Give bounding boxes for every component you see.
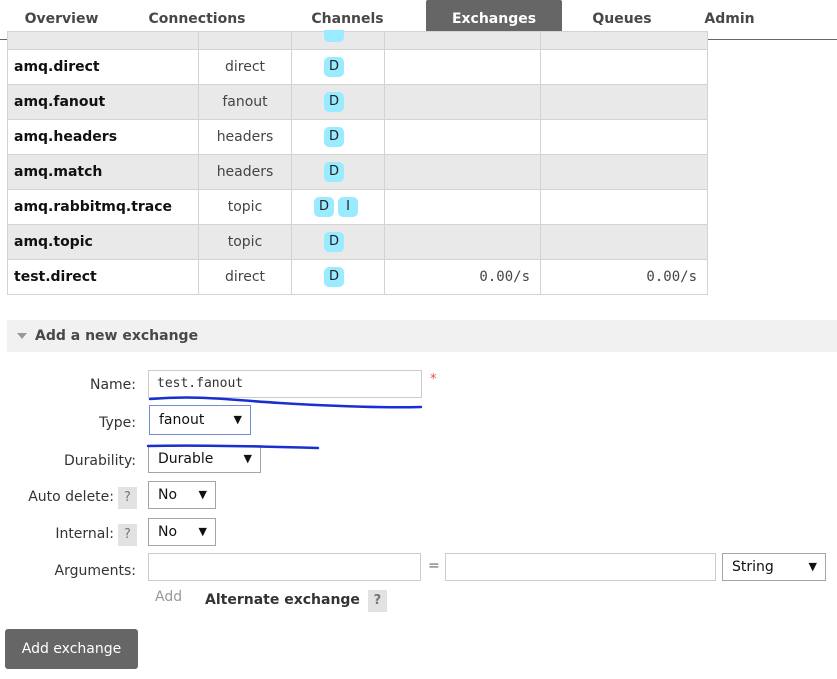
rate-out	[540, 189, 708, 225]
table-row[interactable]: amq.headers headers D	[7, 119, 708, 155]
internal-select[interactable]: No ▼	[148, 518, 216, 546]
rate-in	[384, 84, 541, 120]
rate-in	[384, 224, 541, 260]
exchange-type	[198, 31, 292, 50]
exchange-type: topic	[198, 189, 292, 225]
exchange-name-link[interactable]: amq.match	[7, 154, 199, 190]
help-icon[interactable]: ?	[118, 487, 137, 509]
exchange-name-link[interactable]: amq.direct	[7, 49, 199, 85]
argument-value-input[interactable]	[445, 553, 716, 581]
triangle-down-icon	[17, 333, 27, 339]
rate-in	[384, 31, 541, 50]
table-row[interactable]: amq.fanout fanout D	[7, 84, 708, 120]
rate-out: 0.00/s	[540, 259, 708, 295]
rate-out	[540, 224, 708, 260]
table-row[interactable]: test.direct direct D 0.00/s 0.00/s	[7, 259, 708, 295]
equals-sign: =	[428, 558, 440, 574]
exchange-features: D	[291, 119, 385, 155]
table-row[interactable]: amq.rabbitmq.trace topic DI	[7, 189, 708, 225]
exchange-type: headers	[198, 154, 292, 190]
caret-down-icon: ▼	[808, 560, 817, 573]
durability-value: Durable	[158, 451, 214, 467]
add-argument-link[interactable]: Add	[155, 589, 182, 605]
alternate-exchange-text[interactable]: Alternate exchange	[205, 592, 360, 608]
rate-in	[384, 154, 541, 190]
internal-badge: I	[338, 197, 358, 217]
help-icon[interactable]: ?	[118, 524, 137, 546]
type-select[interactable]: fanout ▼	[149, 405, 251, 435]
add-exchange-section-toggle[interactable]: Add a new exchange	[7, 320, 837, 352]
caret-down-icon: ▼	[198, 488, 207, 501]
rate-out	[540, 84, 708, 120]
exchanges-table: amq.direct direct D amq.fanout fanout D …	[7, 29, 708, 295]
auto-delete-label: Auto delete:?	[0, 487, 137, 509]
exchange-type: topic	[198, 224, 292, 260]
exchange-type: direct	[198, 259, 292, 295]
exchange-type: fanout	[198, 84, 292, 120]
exchange-features	[291, 29, 385, 50]
table-row	[7, 29, 708, 50]
durability-label: Durability:	[63, 453, 136, 469]
table-row[interactable]: amq.direct direct D	[7, 49, 708, 85]
rate-out	[540, 119, 708, 155]
exchange-name-link[interactable]: amq.topic	[7, 224, 199, 260]
durable-badge	[324, 29, 344, 42]
auto-delete-value: No	[158, 487, 178, 503]
exchange-features: D	[291, 259, 385, 295]
rate-out	[540, 49, 708, 85]
table-row[interactable]: amq.match headers D	[7, 154, 708, 190]
durable-badge: D	[324, 267, 344, 287]
durable-badge: D	[314, 197, 334, 217]
argument-key-input[interactable]	[148, 553, 421, 581]
durable-badge: D	[324, 57, 344, 77]
rate-out	[540, 154, 708, 190]
exchange-type: headers	[198, 119, 292, 155]
name-input[interactable]: test.fanout	[148, 370, 422, 398]
section-title: Add a new exchange	[35, 328, 199, 344]
required-mark: *	[430, 372, 437, 387]
exchange-name-link[interactable]: amq.headers	[7, 119, 199, 155]
durability-select[interactable]: Durable ▼	[148, 445, 261, 473]
alternate-exchange-link[interactable]: Alternate exchange?	[205, 590, 387, 612]
durable-badge: D	[324, 232, 344, 252]
caret-down-icon: ▼	[243, 452, 252, 465]
rate-out	[540, 31, 708, 50]
rate-in	[384, 189, 541, 225]
auto-delete-select[interactable]: No ▼	[148, 481, 216, 509]
rate-in: 0.00/s	[384, 259, 541, 295]
exchange-type: direct	[198, 49, 292, 85]
exchange-features: DI	[291, 189, 385, 225]
rate-in	[384, 119, 541, 155]
exchange-name-link[interactable]: test.direct	[7, 259, 199, 295]
type-value: fanout	[159, 412, 205, 428]
argument-type-value: String	[732, 559, 774, 575]
exchange-features: D	[291, 154, 385, 190]
durable-badge: D	[324, 162, 344, 182]
caret-down-icon: ▼	[233, 413, 242, 426]
table-row[interactable]: amq.topic topic D	[7, 224, 708, 260]
durable-badge: D	[324, 92, 344, 112]
exchange-features: D	[291, 49, 385, 85]
internal-value: No	[158, 524, 178, 540]
arguments-label: Arguments:	[54, 563, 136, 579]
help-icon[interactable]: ?	[367, 590, 387, 612]
add-exchange-button[interactable]: Add exchange	[5, 629, 138, 669]
exchange-features: D	[291, 224, 385, 260]
internal-text: Internal:	[55, 526, 114, 542]
internal-label: Internal:?	[0, 524, 137, 546]
caret-down-icon: ▼	[198, 525, 207, 538]
auto-delete-text: Auto delete:	[28, 489, 114, 505]
durable-badge: D	[324, 127, 344, 147]
exchange-name-link[interactable]: amq.fanout	[7, 84, 199, 120]
rate-in	[384, 49, 541, 85]
exchange-name	[7, 31, 199, 50]
name-label: Name:	[89, 377, 136, 393]
exchange-features: D	[291, 84, 385, 120]
type-label: Type:	[99, 415, 136, 431]
exchange-name-link[interactable]: amq.rabbitmq.trace	[7, 189, 199, 225]
argument-type-select[interactable]: String ▼	[722, 553, 826, 581]
